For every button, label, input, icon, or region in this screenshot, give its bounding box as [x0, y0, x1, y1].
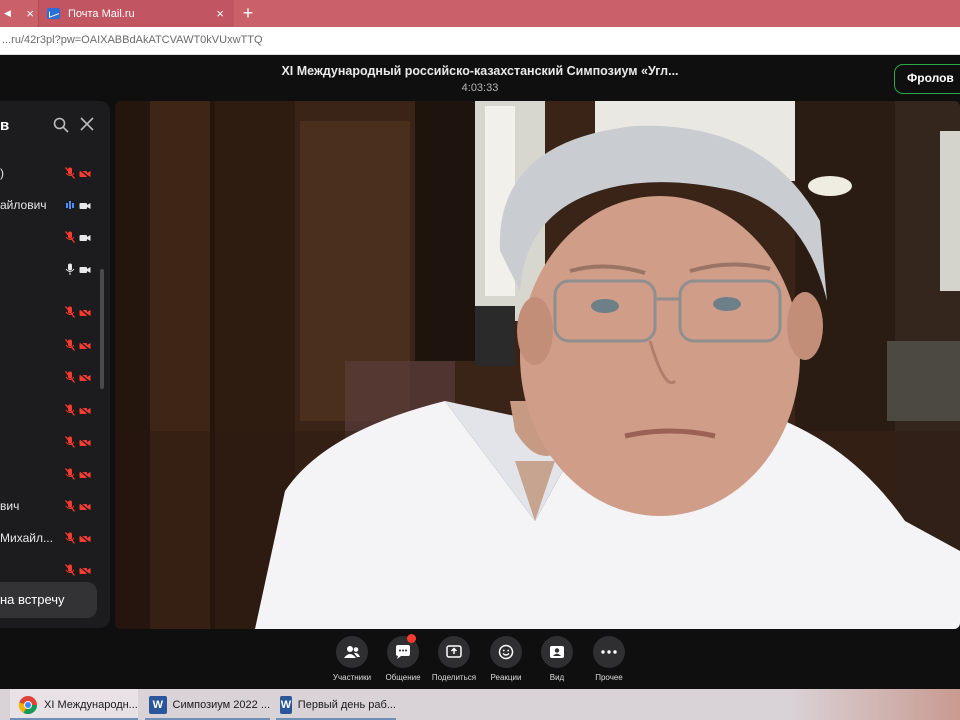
camera-off-icon[interactable] [79, 168, 91, 180]
mic-muted-icon[interactable] [64, 167, 76, 179]
mic-muted-icon[interactable] [64, 371, 76, 383]
search-icon[interactable] [53, 117, 69, 133]
camera-on-icon[interactable] [79, 232, 91, 242]
join-meeting-button[interactable]: на встречу [0, 582, 97, 618]
taskbar-item-word-symposium[interactable]: W Симпозиум 2022 ... [145, 689, 270, 720]
toolbar-button-view[interactable]: Вид [531, 636, 583, 686]
participant-row[interactable]: вич [0, 496, 110, 516]
camera-on-icon[interactable] [79, 264, 91, 274]
camera-off-icon[interactable] [79, 307, 91, 319]
participant-row[interactable] [0, 432, 110, 452]
participant-row[interactable] [0, 560, 110, 580]
tab-audio-icon: ◀ [4, 8, 11, 18]
mic-speaking-icon[interactable] [65, 199, 75, 211]
meeting-title: XI Международный российско-казахстанский… [281, 64, 679, 78]
more-icon [593, 636, 625, 668]
tab-close-icon[interactable]: × [26, 6, 34, 21]
mic-muted-icon[interactable] [64, 436, 76, 448]
participant-name: Михайл... [0, 531, 53, 545]
mic-on-icon[interactable] [65, 263, 75, 275]
participants-panel: в ) айлович вич Михайл... [0, 101, 110, 628]
mic-muted-icon[interactable] [64, 339, 76, 351]
tab-title: Почта Mail.ru [68, 7, 135, 20]
mic-muted-icon[interactable] [64, 306, 76, 318]
camera-off-icon[interactable] [79, 533, 91, 545]
url-text[interactable]: ...ru/42r3pl?pw=OAIXABBdAkATCVAWT0kVUxwT… [2, 34, 263, 46]
mic-muted-icon[interactable] [64, 564, 76, 576]
mic-muted-icon[interactable] [64, 404, 76, 416]
participants-icon [336, 636, 368, 668]
participant-row[interactable] [0, 335, 110, 355]
participant-row[interactable]: айлович [0, 195, 110, 215]
close-icon[interactable] [79, 116, 95, 132]
participant-row[interactable] [0, 302, 110, 322]
meeting-timer: 4:03:33 [461, 82, 499, 94]
camera-off-icon[interactable] [79, 340, 91, 352]
tab-close-icon[interactable]: × [216, 6, 224, 21]
toolbar-button-reactions[interactable]: Реакции [480, 636, 532, 686]
taskbar-item-label: Симпозиум 2022 ... [172, 698, 270, 711]
participant-video-image [115, 101, 960, 629]
browser-tab-strip: ◀ × Почта Mail.ru × + [0, 0, 960, 27]
participant-row[interactable] [0, 464, 110, 484]
participant-name: вич [0, 499, 20, 513]
word-icon: W [149, 695, 167, 714]
toolbar-button-label: Поделиться [431, 673, 477, 682]
reactions-icon [490, 636, 522, 668]
user-menu-button[interactable]: Фролов [894, 64, 960, 94]
camera-off-icon[interactable] [79, 437, 91, 449]
mic-muted-icon[interactable] [64, 532, 76, 544]
participant-name: айлович [0, 198, 47, 212]
camera-off-icon[interactable] [79, 565, 91, 577]
browser-tab-mail[interactable]: Почта Mail.ru × [38, 0, 234, 27]
browser-tab-previous[interactable]: ◀ × [0, 0, 38, 27]
video-feed [115, 101, 960, 629]
camera-off-icon[interactable] [79, 501, 91, 513]
meeting-toolbar: Участники Общение Поделиться Реакции Вид Проч… [0, 629, 960, 689]
participants-scrollbar[interactable] [100, 269, 104, 389]
camera-off-icon[interactable] [79, 469, 91, 481]
taskbar-item-label: XI Международн... [44, 698, 138, 711]
taskbar-item-chrome[interactable]: XI Международн... [10, 689, 138, 720]
mic-muted-icon[interactable] [64, 231, 76, 243]
windows-taskbar: XI Международн... W Симпозиум 2022 ... W… [0, 689, 960, 720]
notification-badge [407, 634, 416, 643]
toolbar-button-participants[interactable]: Участники [326, 636, 378, 686]
participant-row[interactable] [0, 367, 110, 387]
participant-row[interactable] [0, 259, 110, 279]
address-bar[interactable]: ...ru/42r3pl?pw=OAIXABBdAkATCVAWT0kVUxwT… [0, 27, 960, 55]
camera-off-icon[interactable] [79, 405, 91, 417]
taskbar-item-label: Первый день раб... [297, 698, 396, 711]
chrome-icon [18, 695, 37, 714]
new-tab-button[interactable]: + [234, 0, 262, 27]
participant-row[interactable] [0, 227, 110, 247]
toolbar-button-chat[interactable]: Общение [377, 634, 429, 686]
panel-title: в [0, 117, 10, 134]
share-screen-icon [438, 636, 470, 668]
participant-row[interactable]: ) [0, 163, 110, 183]
toolbar-button-label: Вид [549, 673, 565, 682]
camera-on-icon[interactable] [79, 200, 91, 210]
meeting-header: XI Международный российско-казахстанский… [0, 55, 960, 101]
taskbar-tray-area [790, 689, 960, 720]
mic-muted-icon[interactable] [64, 468, 76, 480]
toolbar-button-label: Прочее [595, 673, 623, 682]
taskbar-item-word-firstday[interactable]: W Первый день раб... [276, 689, 396, 720]
camera-off-icon[interactable] [79, 372, 91, 384]
participant-row[interactable]: Михайл... [0, 528, 110, 548]
participant-name: ) [0, 166, 4, 180]
toolbar-button-share-screen[interactable]: Поделиться [428, 636, 480, 686]
participant-row[interactable] [0, 400, 110, 420]
mail-favicon-icon [47, 8, 60, 19]
word-icon: W [280, 695, 292, 714]
mic-muted-icon[interactable] [64, 500, 76, 512]
view-icon [541, 636, 573, 668]
toolbar-button-more[interactable]: Прочее [583, 636, 635, 686]
